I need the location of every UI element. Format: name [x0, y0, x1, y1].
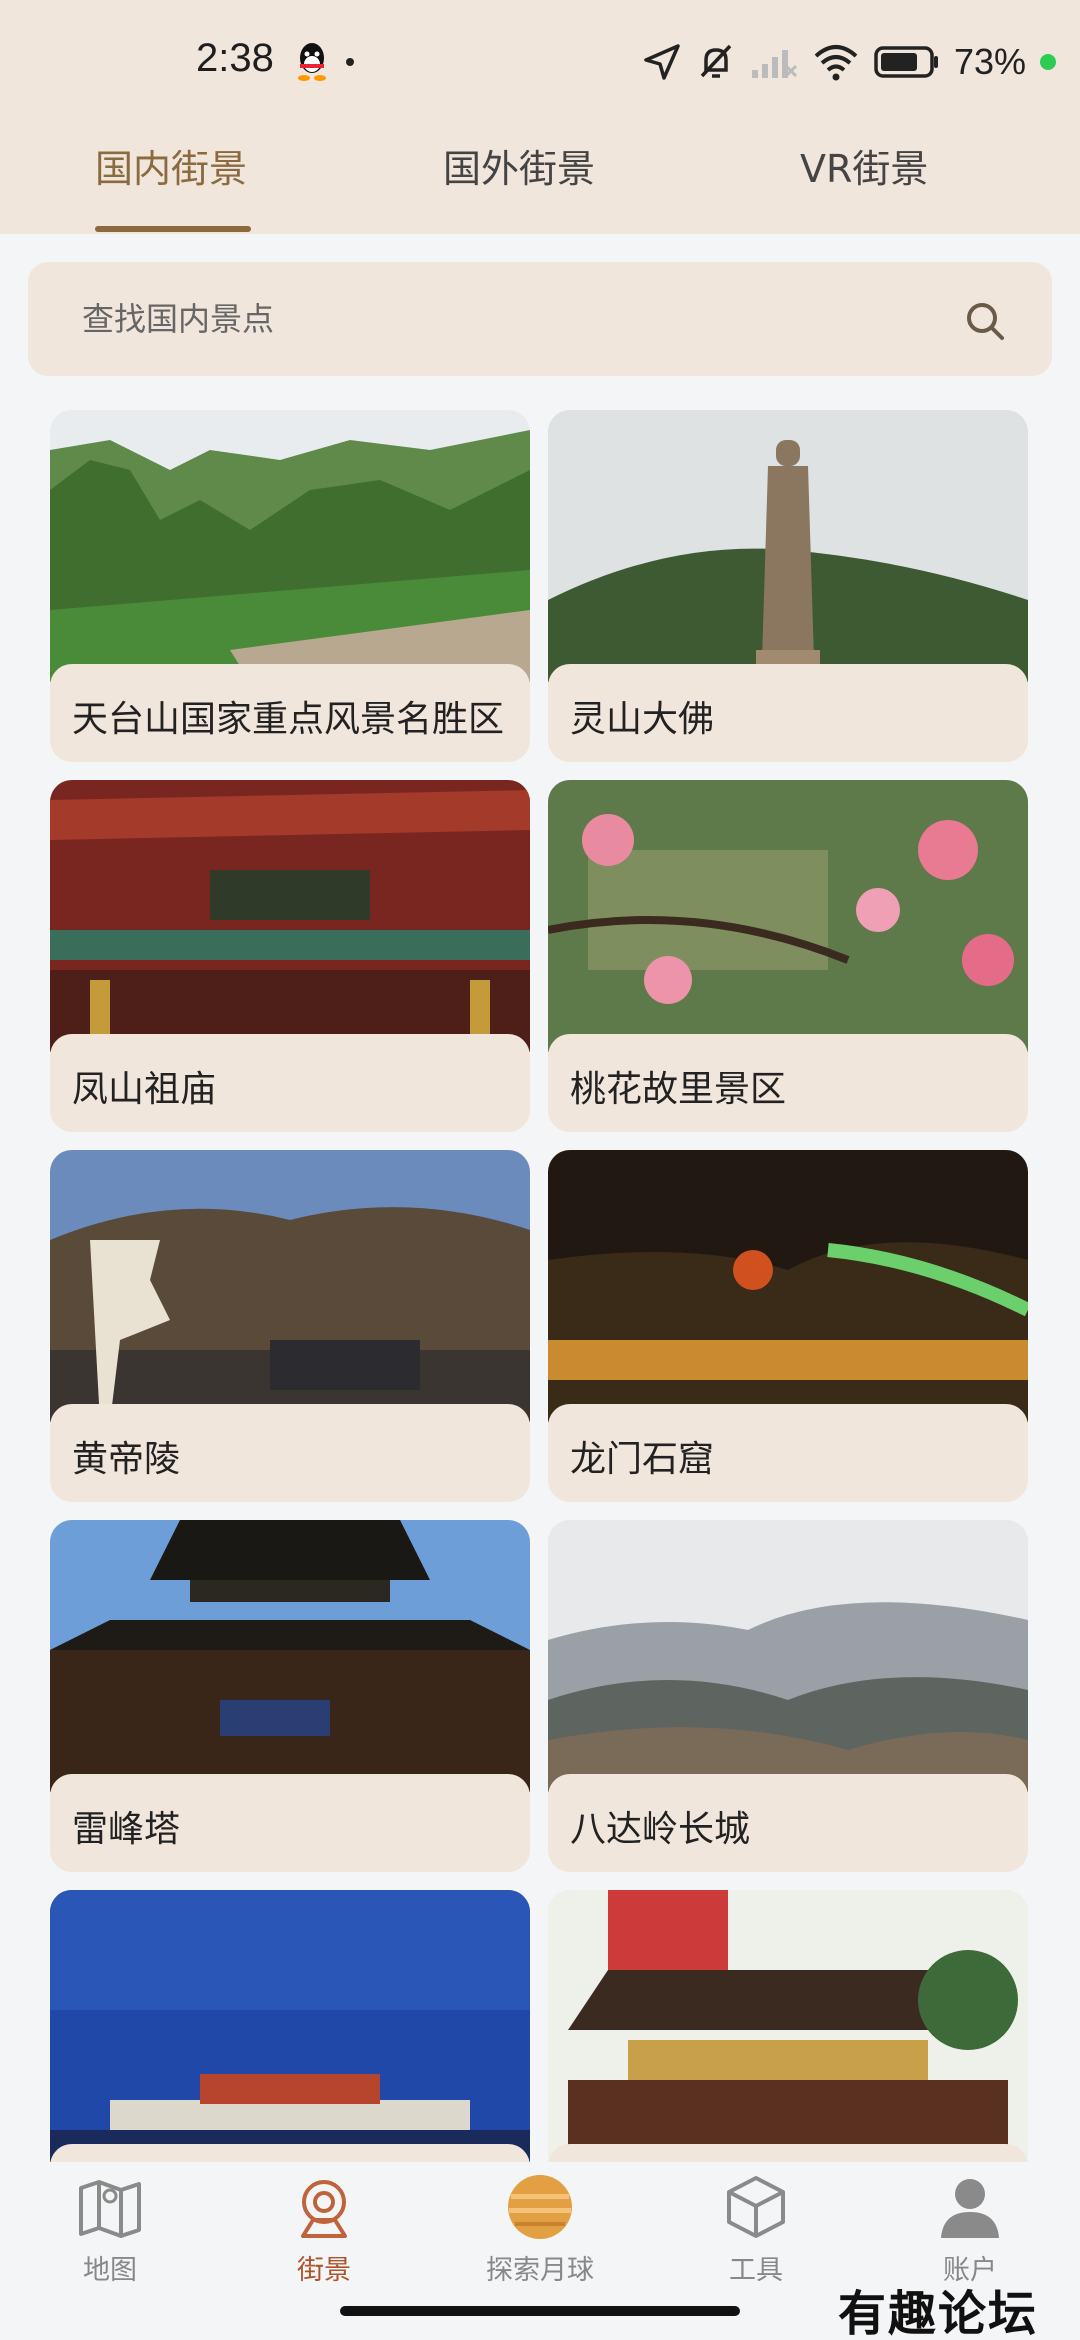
search-icon[interactable] [964, 300, 1006, 342]
tab-vr[interactable]: VR街景 [800, 138, 928, 193]
spot-card[interactable]: 雷峰塔 [50, 1520, 530, 1872]
spot-card[interactable]: 八达岭长城 [548, 1520, 1028, 1872]
nav-explore-moon-label: 探索月球 [486, 2255, 594, 2286]
spot-name: 天台山国家重点风景名胜区 [50, 664, 530, 762]
nav-map-label: 地图 [83, 2255, 137, 2286]
spot-name: 黄帝陵 [50, 1404, 530, 1502]
spot-name: 凤山祖庙 [50, 1034, 530, 1132]
spot-name: 八达岭长城 [548, 1774, 1028, 1872]
battery-icon [874, 46, 938, 78]
account-icon [941, 2179, 999, 2238]
watermark-text: 有趣论坛 [838, 2286, 1039, 2340]
nav-street-view-label: 街景 [297, 2255, 351, 2286]
spot-image [50, 1890, 530, 2162]
spot-card[interactable]: 黄帝陵 [50, 1150, 530, 1502]
header: 2:38 73% 国内街景 国外街景 VR街景 [0, 0, 1080, 234]
map-icon [79, 2180, 141, 2238]
spot-name: 桃花故里景区 [548, 1034, 1028, 1132]
spot-card[interactable]: 龙门石窟 [548, 1150, 1028, 1502]
spot-image [548, 780, 1028, 1052]
spot-name: 灵山大佛 [548, 664, 1028, 762]
nav-explore-moon[interactable]: 探索月球 [450, 2172, 630, 2287]
notification-dot-icon [346, 58, 354, 66]
spot-image [548, 1150, 1028, 1422]
spot-card[interactable]: 桃花故里景区 [548, 780, 1028, 1132]
battery-percent: 73% [953, 41, 1026, 82]
street-view-icon [301, 2180, 347, 2238]
nav-tools[interactable]: 工具 [666, 2172, 846, 2287]
nav-map[interactable]: 地图 [20, 2172, 200, 2287]
spot-image [548, 1520, 1028, 1792]
tab-bar: 国内街景 国外街景 VR街景 [0, 120, 1080, 234]
spot-card[interactable]: 凤山祖庙 [50, 780, 530, 1132]
spot-image [50, 410, 530, 682]
spot-image [50, 1520, 530, 1792]
tab-domestic[interactable]: 国内街景 [95, 138, 247, 193]
spot-name: 雷峰塔 [50, 1774, 530, 1872]
nav-street-view[interactable]: 街景 [234, 2172, 414, 2287]
spot-card[interactable]: 灵山大佛 [548, 410, 1028, 762]
charging-indicator [1040, 54, 1056, 70]
active-tab-indicator [95, 226, 251, 232]
spot-image [50, 1150, 530, 1422]
spot-name: 龙门石窟 [548, 1404, 1028, 1502]
search-bar [28, 262, 1052, 376]
location-arrow-icon [644, 44, 680, 80]
nav-tools-label: 工具 [729, 2255, 783, 2286]
spot-image [50, 780, 530, 1052]
status-bar: 2:38 73% [0, 0, 1080, 120]
bell-muted-icon [700, 44, 732, 78]
qq-icon [298, 43, 326, 81]
cube-icon [727, 2176, 785, 2238]
signal-icon [751, 50, 797, 78]
spot-image [548, 1890, 1028, 2162]
moon-icon [508, 2175, 572, 2239]
tab-foreign[interactable]: 国外街景 [443, 138, 595, 193]
home-indicator[interactable] [340, 2306, 740, 2316]
status-icons: 73% [642, 36, 1056, 88]
spot-image [548, 410, 1028, 682]
status-time: 2:38 [196, 36, 274, 80]
nav-account[interactable]: 账户 [880, 2172, 1060, 2287]
wifi-icon [814, 45, 858, 81]
spot-card[interactable]: 天台山国家重点风景名胜区 [50, 410, 530, 762]
search-input[interactable] [82, 288, 942, 350]
